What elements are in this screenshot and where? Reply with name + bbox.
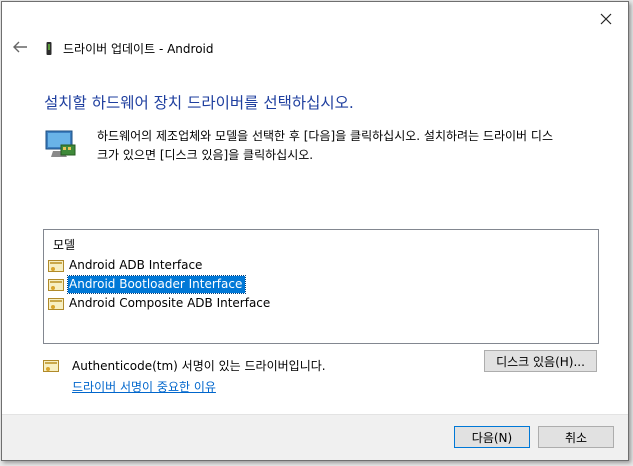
model-column-header: 모델 (53, 238, 76, 252)
driver-update-window: 드라이버 업데이트 - Android 설치할 하드웨어 장치 드라이버를 선택… (1, 1, 629, 461)
driver-signing-info-link[interactable]: 드라이버 서명이 중요한 이유 (72, 378, 216, 395)
driver-certificate-icon (48, 260, 64, 272)
next-button[interactable]: 다음(N) (454, 426, 530, 448)
driver-certificate-icon (48, 298, 64, 310)
list-item-label: Android ADB Interface (69, 258, 203, 272)
list-item-android-bootloader-interface[interactable]: Android Bootloader Interface (48, 275, 568, 294)
model-listbox[interactable]: 모델 Android ADB Interface Android Bootloa… (43, 229, 599, 344)
instruction-text: 하드웨어의 제조업체와 모델을 선택한 후 [다음]을 클릭하십시오. 설치하려… (97, 127, 597, 165)
have-disk-button[interactable]: 디스크 있음(H)... (484, 350, 597, 372)
page-heading: 설치할 하드웨어 장치 드라이버를 선택하십시오. (44, 94, 354, 112)
driver-certificate-icon (43, 360, 59, 372)
instruction-line-2: 크가 있으면 [디스크 있음]을 클릭하십시오. (97, 148, 314, 162)
cancel-button[interactable]: 취소 (538, 426, 614, 448)
list-item-label: Android Bootloader Interface (66, 275, 247, 294)
hardware-monitor-icon (45, 130, 76, 157)
signature-status-text: Authenticode(tm) 서명이 있는 드라이버입니다. (72, 359, 326, 373)
driver-certificate-icon (48, 279, 64, 291)
list-item-android-composite-adb-interface[interactable]: Android Composite ADB Interface (48, 294, 568, 313)
dialog-footer (2, 414, 628, 460)
close-icon[interactable] (598, 11, 614, 27)
list-item-android-adb-interface[interactable]: Android ADB Interface (48, 256, 568, 275)
back-arrow-icon[interactable] (11, 40, 29, 54)
list-item-label: Android Composite ADB Interface (69, 296, 271, 310)
usb-device-icon (46, 42, 52, 55)
window-title: 드라이버 업데이트 - Android (63, 42, 214, 56)
instruction-line-1: 하드웨어의 제조업체와 모델을 선택한 후 [다음]을 클릭하십시오. 설치하려… (97, 129, 553, 143)
